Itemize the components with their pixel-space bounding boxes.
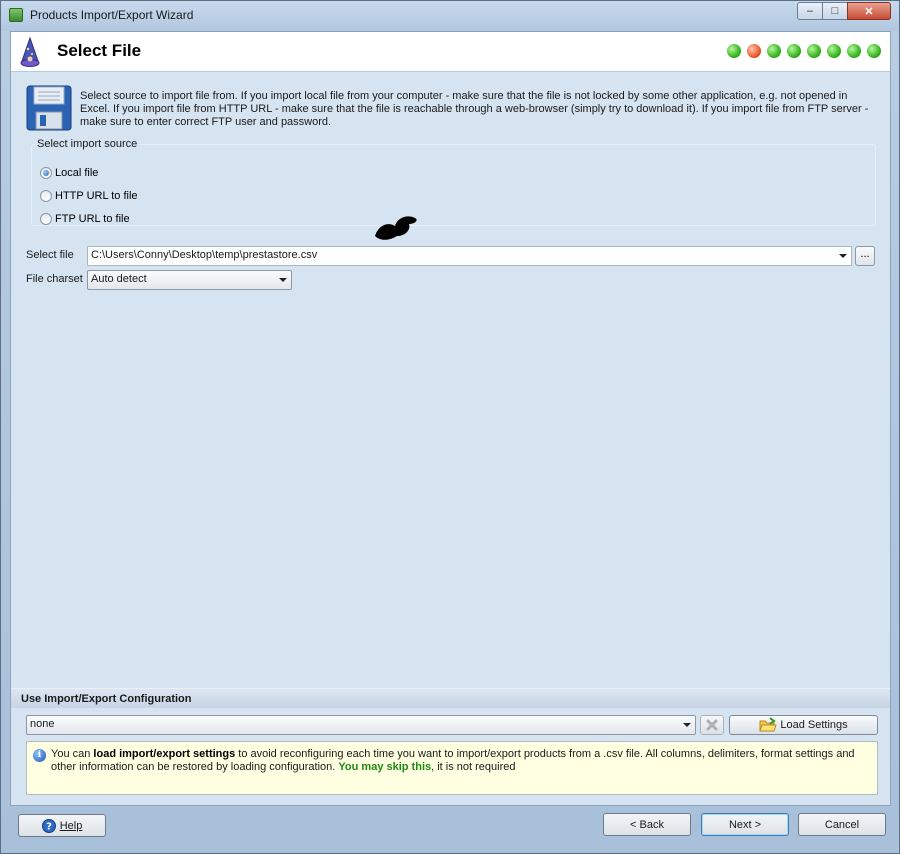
- chevron-down-icon[interactable]: [683, 723, 691, 727]
- chevron-down-icon[interactable]: [279, 278, 287, 282]
- radio-ftp-url[interactable]: FTP URL to file: [40, 213, 130, 225]
- select-file-value: C:\Users\Conny\Desktop\temp\prestastore.…: [91, 249, 318, 261]
- help-button[interactable]: ? Help: [18, 814, 106, 837]
- close-button[interactable]: ✕: [847, 2, 891, 20]
- hint-text-part: You can: [51, 748, 94, 760]
- maximize-button[interactable]: □: [822, 2, 848, 20]
- radio-local-file-circle[interactable]: [40, 167, 52, 179]
- wizard-icon: [20, 37, 40, 67]
- config-section-header: Use Import/Export Configuration: [11, 688, 890, 708]
- wizard-window: Products Import/Export Wizard – □ ✕ Sele…: [0, 0, 900, 854]
- cancel-label: Cancel: [824, 818, 860, 831]
- load-settings-label: Load Settings: [780, 719, 848, 731]
- page-title: Select File: [57, 41, 142, 60]
- configuration-value: none: [30, 718, 55, 730]
- info-text: Select source to import file from. If yo…: [80, 90, 869, 128]
- select-file-label: Select file: [26, 249, 74, 261]
- step-dot-1: [727, 44, 741, 58]
- radio-ftp-url-circle[interactable]: [40, 213, 52, 225]
- select-file-combo[interactable]: C:\Users\Conny\Desktop\temp\prestastore.…: [87, 246, 852, 266]
- step-dot-6: [827, 44, 841, 58]
- black-scribble: [375, 216, 417, 240]
- step-dot-3: [767, 44, 781, 58]
- wizard-header: Select File: [11, 32, 890, 72]
- minimize-icon: –: [806, 5, 814, 17]
- step-dot-5: [807, 44, 821, 58]
- close-icon: ✕: [864, 5, 874, 18]
- load-settings-button[interactable]: Load Settings: [729, 715, 878, 735]
- cancel-button[interactable]: Cancel: [798, 813, 886, 836]
- radio-http-url[interactable]: HTTP URL to file: [40, 190, 138, 202]
- file-charset-select[interactable]: Auto detect: [87, 270, 292, 290]
- maximize-icon: □: [831, 5, 839, 17]
- window-controls: – □ ✕: [797, 2, 891, 20]
- help-icon: ?: [41, 818, 56, 833]
- svg-text:?: ?: [46, 821, 52, 832]
- next-label: Next >: [728, 818, 762, 831]
- step-dot-7: [847, 44, 861, 58]
- import-source-group: Select import source Local file HTTP URL…: [31, 138, 876, 226]
- wizard-content: Select File Select source to import file…: [10, 31, 891, 806]
- wizard-footer: ? Help < Back Next > Cancel: [1, 807, 899, 853]
- step-dot-2: [747, 44, 761, 58]
- title-bar[interactable]: Products Import/Export Wizard – □ ✕: [1, 1, 899, 31]
- window-title: Products Import/Export Wizard: [30, 8, 194, 22]
- info-icon: i: [33, 749, 46, 762]
- back-label: < Back: [630, 818, 664, 831]
- clear-icon: [706, 719, 718, 731]
- configuration-select[interactable]: none: [26, 715, 696, 735]
- hint-text: You can load import/export settings to a…: [51, 748, 873, 774]
- help-label: Help: [59, 819, 83, 832]
- minimize-button[interactable]: –: [797, 2, 823, 20]
- file-charset-value: Auto detect: [91, 273, 147, 285]
- chevron-down-icon[interactable]: [839, 254, 847, 258]
- back-button[interactable]: < Back: [603, 813, 691, 836]
- config-section-label: Use Import/Export Configuration: [21, 693, 192, 705]
- info-row: Select source to import file from. If yo…: [26, 85, 886, 135]
- radio-http-url-circle[interactable]: [40, 190, 52, 202]
- hint-text-part: , it is not required: [431, 761, 516, 773]
- radio-http-url-label: HTTP URL to file: [55, 190, 138, 202]
- step-dot-4: [787, 44, 801, 58]
- file-charset-label: File charset: [26, 273, 83, 285]
- step-progress: [727, 44, 881, 58]
- import-source-legend: Select import source: [37, 138, 138, 150]
- hint-emphasis: load import/export settings: [93, 748, 236, 760]
- browse-button[interactable]: ...: [855, 246, 875, 266]
- radio-local-file-label: Local file: [55, 167, 99, 179]
- clear-config-button[interactable]: [700, 715, 724, 735]
- folder-open-icon: [759, 717, 778, 732]
- radio-local-file[interactable]: Local file: [40, 167, 98, 179]
- floppy-disk-icon: [26, 85, 72, 131]
- step-dot-8: [867, 44, 881, 58]
- radio-ftp-url-label: FTP URL to file: [55, 213, 130, 225]
- configuration-hint: i You can load import/export settings to…: [26, 741, 878, 795]
- next-button[interactable]: Next >: [701, 813, 789, 836]
- app-icon: [9, 8, 23, 22]
- hint-skip-note: You may skip this: [338, 761, 432, 773]
